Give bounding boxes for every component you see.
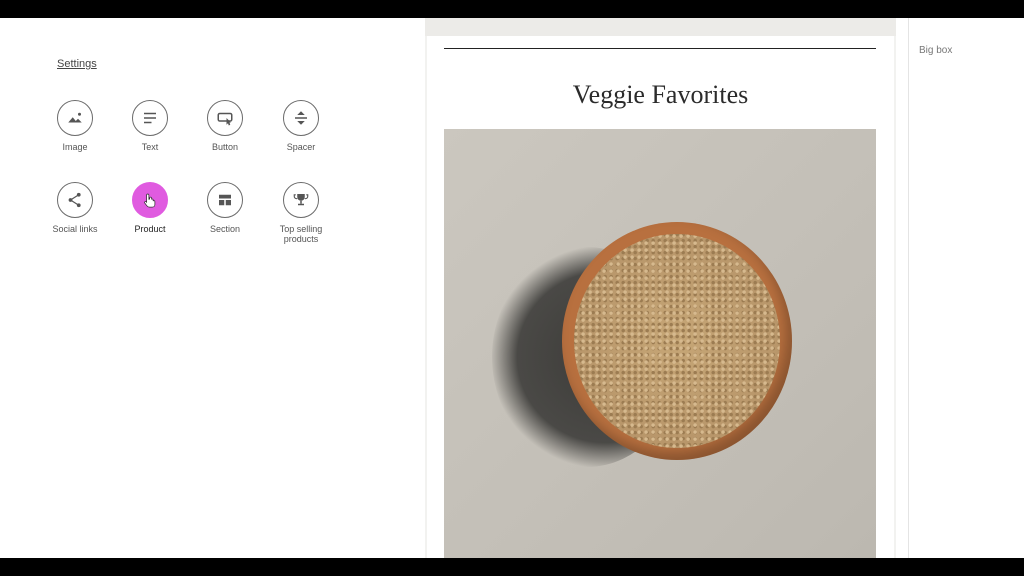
button-block-tile[interactable]: Button: [185, 100, 265, 152]
bowl: [562, 222, 792, 460]
email-hero-image[interactable]: [444, 129, 876, 558]
share-icon: [68, 192, 81, 208]
top-selling-products-block-tile[interactable]: Top selling products: [261, 182, 341, 244]
email-canvas[interactable]: Veggie Favorites: [427, 36, 894, 558]
right-panel-divider: [908, 18, 909, 558]
button-block-label: Button: [211, 142, 239, 152]
settings-link[interactable]: Settings: [57, 58, 97, 70]
section-block-tile[interactable]: Section: [185, 182, 265, 234]
image-block-label: Image: [62, 142, 88, 152]
button-icon: [217, 112, 233, 126]
spacer-block-label: Spacer: [286, 142, 316, 152]
divider: [444, 48, 876, 50]
social-links-block-label: Social links: [52, 224, 98, 234]
product-block-label: Product: [134, 224, 166, 234]
top-selling-products-block-label: Top selling products: [279, 224, 323, 244]
social-links-block-tile[interactable]: Social links: [35, 182, 115, 234]
right-panel-label: Big box: [919, 45, 953, 56]
hand-pointer-icon: [144, 193, 156, 208]
text-block-tile[interactable]: Text: [110, 100, 190, 152]
content-blocks-panel: Settings Image Text Button Spacer Social…: [0, 18, 420, 558]
image-icon: [68, 112, 82, 123]
preview-top-strip: [425, 18, 896, 36]
section-block-label: Section: [209, 224, 241, 234]
image-block-tile[interactable]: Image: [35, 100, 115, 152]
email-heading[interactable]: Veggie Favorites: [427, 80, 894, 110]
section-icon: [219, 194, 231, 206]
text-block-label: Text: [141, 142, 159, 152]
product-block-tile[interactable]: Product: [110, 182, 190, 234]
text-icon: [144, 112, 156, 124]
editor-stage: Settings Image Text Button Spacer Social…: [0, 18, 1024, 558]
spacer-block-tile[interactable]: Spacer: [261, 100, 341, 152]
bowl-grains: [574, 234, 780, 448]
trophy-icon: [293, 194, 309, 206]
spacer-icon: [295, 111, 307, 125]
